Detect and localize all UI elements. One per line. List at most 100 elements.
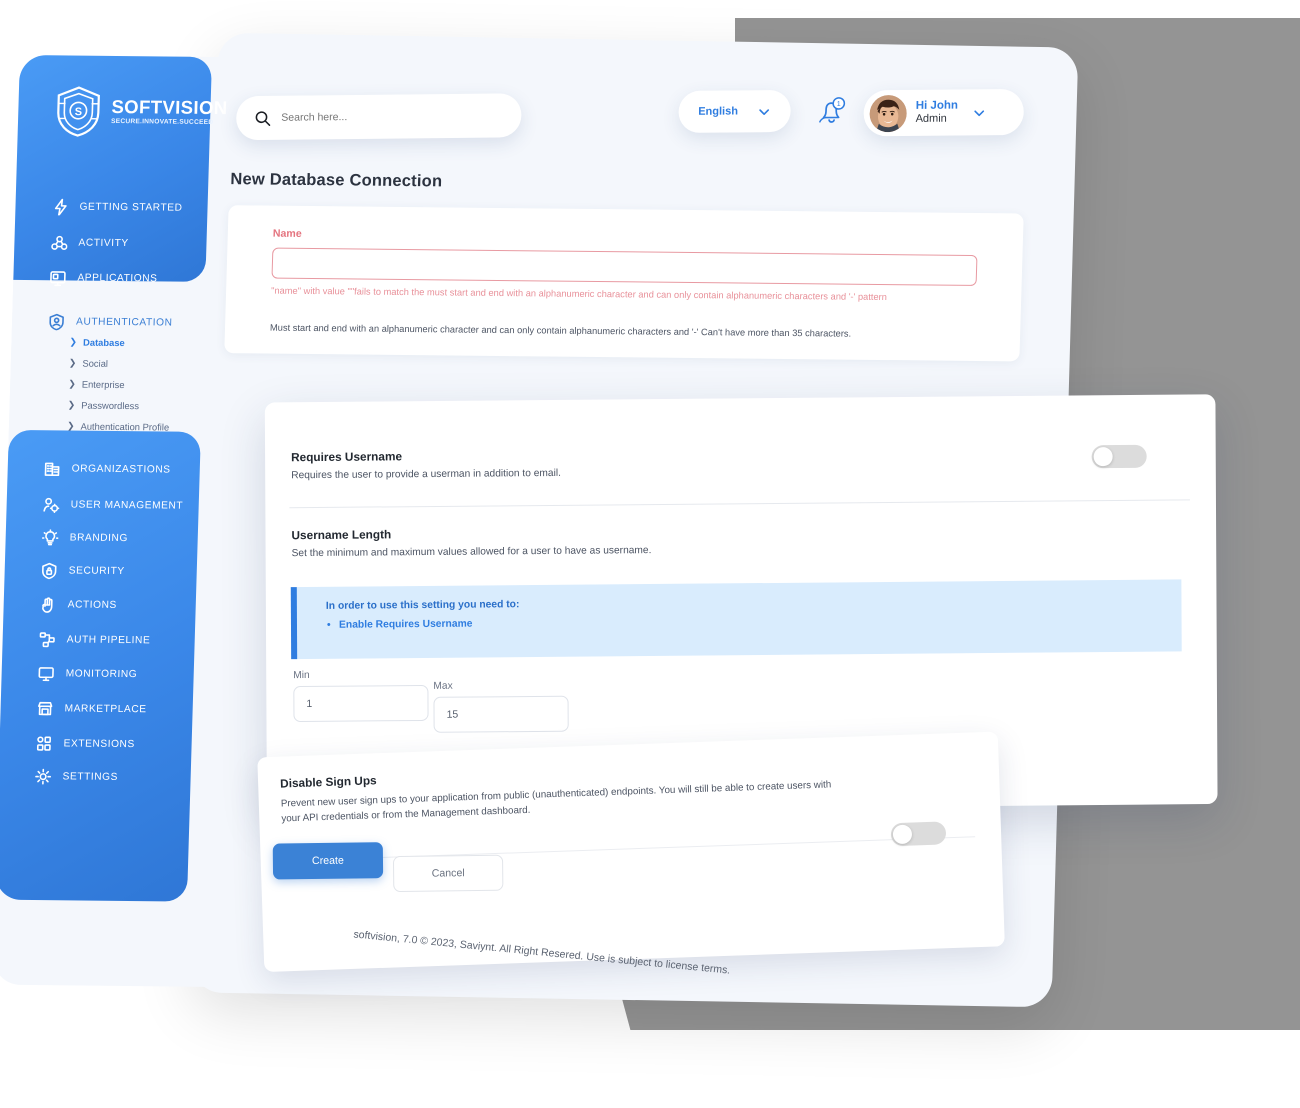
sidebar-subitem-label: Database xyxy=(82,336,125,348)
sidebar-item-label: APPLICATIONS xyxy=(77,272,158,284)
sidebar-item-extensions[interactable]: EXTENSIONS xyxy=(35,731,196,757)
create-button[interactable]: Create xyxy=(272,842,384,880)
lock-shield-icon xyxy=(42,562,57,579)
name-error-message: "name" with value ""fails to match the m… xyxy=(270,285,888,303)
user-menu[interactable]: Hi John Admin xyxy=(863,88,1024,137)
sidebar-subitem-authentication-profile[interactable]: ❯ Authentication Profile xyxy=(67,416,218,436)
language-label: English xyxy=(698,105,739,118)
sidebar-item-label: SECURITY xyxy=(68,564,125,577)
notifications-button[interactable]: 1 xyxy=(813,93,849,129)
requires-username-description: Requires the user to provide a userman i… xyxy=(291,467,561,482)
user-gear-icon xyxy=(43,497,60,513)
name-card: Name "name" with value ""fails to match … xyxy=(224,205,1024,362)
sidebar-item-user-management[interactable]: USER MANAGEMENT xyxy=(42,492,203,518)
disable-signups-block: Disable Sign Ups Prevent new user sign u… xyxy=(280,757,842,827)
sidebar-item-label: SETTINGS xyxy=(62,770,119,783)
sidebar-item-organizastions[interactable]: ORGANIZASTIONS xyxy=(43,456,204,482)
sidebar-item-auth-pipeline[interactable]: AUTH PIPELINE xyxy=(38,627,199,653)
chevron-right-icon: ❯ xyxy=(67,398,76,410)
sidebar-subitem-passwordless[interactable]: ❯ Passwordless xyxy=(67,395,218,415)
toggle-knob xyxy=(1093,447,1113,467)
user-role: Admin xyxy=(915,112,947,126)
sidebar-item-label: AUTH PIPELINE xyxy=(66,633,151,646)
sidebar-subitem-label: Passwordless xyxy=(81,399,140,411)
notification-count: 1 xyxy=(837,101,841,108)
sidebar-item-label: MONITORING xyxy=(65,667,138,680)
name-field-label: Name xyxy=(272,227,302,240)
user-greeting: Hi John xyxy=(915,99,959,112)
username-length-description: Set the minimum and maximum values allow… xyxy=(291,545,652,560)
language-selector[interactable]: English xyxy=(678,89,791,133)
sidebar-item-label: ACTIONS xyxy=(67,598,118,611)
sidebar-item-actions[interactable]: ACTIONS xyxy=(39,592,200,618)
chevron-right-icon: ❯ xyxy=(69,335,78,347)
max-input[interactable]: 15 xyxy=(433,695,569,733)
requires-username-block: Requires Username Requires the user to p… xyxy=(291,444,992,481)
gear-icon xyxy=(35,768,52,785)
search-input[interactable] xyxy=(281,109,482,124)
brand-logo[interactable]: S SOFTVISION SECURE.INNOVATE.SUCCEED xyxy=(54,85,229,139)
info-note-heading: In order to use this setting you need to… xyxy=(325,599,520,612)
disable-signups-toggle[interactable] xyxy=(890,821,947,847)
sidebar-item-activity[interactable]: ACTIVITY xyxy=(50,230,211,256)
divider xyxy=(289,499,1190,509)
sidebar-subitem-label: Social xyxy=(82,357,109,369)
sidebar-item-label: ACTIVITY xyxy=(78,237,129,249)
extensions-icon xyxy=(36,735,52,751)
username-length-block: Username Length Set the minimum and maxi… xyxy=(291,522,1012,559)
brand-tagline: SECURE.INNOVATE.SUCCEED xyxy=(110,117,214,126)
cancel-button[interactable]: Cancel xyxy=(392,854,504,893)
sidebar-item-label: ORGANIZASTIONS xyxy=(71,462,171,476)
sidebar-subitem-label: Authentication Profile xyxy=(80,420,170,433)
toggle-knob xyxy=(892,824,913,845)
building-icon xyxy=(44,462,60,476)
monitor-icon xyxy=(38,666,54,681)
sidebar-item-branding[interactable]: BRANDING xyxy=(41,525,202,551)
avatar xyxy=(869,94,907,132)
sidebar: S SOFTVISION SECURE.INNOVATE.SUCCEED GET… xyxy=(0,55,228,912)
search-icon xyxy=(255,110,271,126)
sidebar-item-label: BRANDING xyxy=(69,531,129,544)
max-field-group: Max 15 xyxy=(433,680,569,733)
auth-shield-user-icon xyxy=(49,313,64,330)
brand-name: SOFTVISION xyxy=(111,96,228,119)
requires-username-toggle[interactable] xyxy=(1091,444,1147,469)
page-title: New Database Connection xyxy=(230,170,443,191)
sidebar-item-monitoring[interactable]: MONITORING xyxy=(37,661,198,687)
name-input[interactable] xyxy=(271,247,978,286)
sidebar-item-label: MARKETPLACE xyxy=(64,702,147,715)
sidebar-item-security[interactable]: SECURITY xyxy=(40,558,201,584)
shield-s-icon: S xyxy=(57,86,100,137)
sidebar-subitem-label: Enterprise xyxy=(81,378,125,390)
search-bar[interactable] xyxy=(236,93,522,141)
hand-icon xyxy=(42,596,53,613)
chevron-right-icon: ❯ xyxy=(68,356,77,368)
sidebar-subitem-social[interactable]: ❯ Social xyxy=(69,353,220,373)
chevron-down-icon xyxy=(974,109,985,116)
min-input[interactable]: 1 xyxy=(293,684,429,723)
sidebar-item-settings[interactable]: SETTINGS xyxy=(34,764,195,790)
sidebar-subitem-database[interactable]: ❯ Database xyxy=(69,332,220,352)
chevron-right-icon: ❯ xyxy=(68,377,76,389)
username-length-title: Username Length xyxy=(291,527,392,543)
min-label: Min xyxy=(293,669,310,682)
sidebar-subitem-enterprise[interactable]: ❯ Enterprise xyxy=(68,374,219,394)
sidebar-item-marketplace[interactable]: MARKETPLACE xyxy=(36,696,197,722)
info-note: In order to use this setting you need to… xyxy=(290,579,1182,660)
info-note-bullet: Enable Requires Username xyxy=(339,619,472,631)
sidebar-item-label: GETTING STARTED xyxy=(79,201,183,214)
min-field-group: Min 1 xyxy=(293,669,429,723)
applications-icon xyxy=(50,270,66,286)
chevron-down-icon xyxy=(759,108,770,115)
sidebar-item-label: AUTHENTICATION xyxy=(75,316,173,329)
activity-icon xyxy=(51,235,68,250)
sidebar-item-label: USER MANAGEMENT xyxy=(70,498,184,512)
bolt-icon xyxy=(54,198,67,215)
name-hint-text: Must start and end with an alphanumeric … xyxy=(269,322,852,339)
sidebar-item-applications[interactable]: APPLICATIONS xyxy=(49,265,210,291)
sidebar-item-getting-started[interactable]: GETTING STARTED xyxy=(51,194,212,220)
sidebar-item-authentication[interactable]: AUTHENTICATION xyxy=(48,309,209,335)
branding-bulb-icon xyxy=(41,528,59,545)
svg-text:S: S xyxy=(74,106,82,118)
sidebar-item-label: EXTENSIONS xyxy=(63,737,135,750)
